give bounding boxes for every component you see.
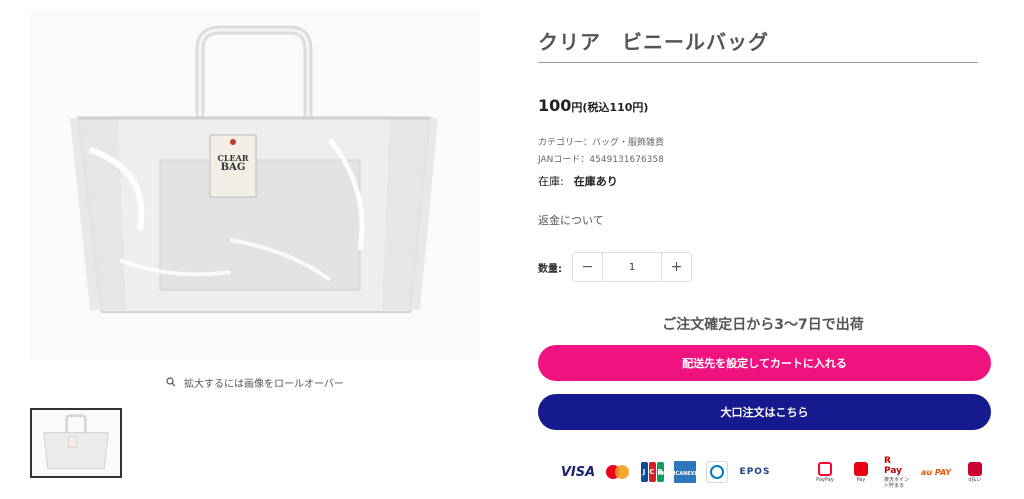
quantity-increase-button[interactable]: +: [661, 253, 691, 281]
zoom-hint-text: 拡大するには画像をロールオーバー: [184, 378, 344, 390]
amex-logo: AMERICAN EXPRESS: [658, 461, 712, 483]
search-icon: [166, 377, 176, 387]
stock-status: 在庫: 在庫あり: [538, 173, 618, 189]
price-value: 100: [538, 96, 572, 115]
quantity-decrease-button[interactable]: −: [573, 253, 603, 281]
category-text: カテゴリー：バッグ・服飾雑貨: [538, 138, 665, 148]
shipping-note: ご注文確定日から3〜7日で出荷: [662, 317, 864, 333]
product-price: 100 円(税込110円): [538, 96, 648, 115]
title-divider: [538, 62, 978, 63]
main-product-image[interactable]: CLEAR BAG: [30, 10, 480, 360]
rakuten-pay-logo: R Pay 楽天ポイント貯まる: [884, 456, 910, 489]
mastercard-logo: [606, 460, 630, 484]
stock-value: 在庫あり: [573, 175, 618, 188]
apple-pay-logo: Pay: [848, 460, 874, 484]
quantity-row: 数量: − +: [538, 252, 692, 282]
payment-methods: VISA J C B AMERICAN EXPRESS EPOS PayPay …: [560, 456, 988, 489]
zoom-hint: 拡大するには画像をロールオーバー: [166, 374, 344, 390]
d-barai-logo: d払い: [962, 460, 988, 484]
stock-label: 在庫:: [538, 175, 564, 188]
rpay-caption: 楽天ポイント貯まる: [884, 476, 910, 489]
quantity-input[interactable]: [603, 253, 661, 281]
diners-club-logo: [706, 461, 728, 483]
thumbnail-1[interactable]: [30, 408, 122, 478]
jcb-letter-j: J: [640, 462, 648, 482]
visa-logo: VISA: [560, 464, 596, 480]
dpay-caption: d払い: [968, 476, 982, 483]
paypay-logo: PayPay: [812, 460, 838, 484]
jcb-letter-c: C: [648, 462, 656, 482]
add-to-cart-button[interactable]: 配送先を設定してカートに入れる: [538, 345, 991, 381]
applepay-caption: Pay: [856, 476, 866, 483]
jan-code-text: JANコード：4549131676358: [538, 155, 664, 165]
amex-line-1: AMERICAN: [657, 470, 688, 477]
au-pay-logo: au PAY: [920, 467, 952, 477]
quantity-stepper: − +: [572, 252, 692, 282]
quantity-label: 数量:: [538, 263, 562, 275]
paypay-caption: PayPay: [816, 476, 834, 483]
epos-logo: EPOS: [739, 467, 771, 477]
bulk-order-button[interactable]: 大口注文はこちら: [538, 394, 991, 430]
thumbnail-image: [43, 414, 109, 469]
product-title: クリア ビニールバッグ: [538, 30, 769, 54]
product-info: クリア ビニールバッグ 100 円(税込110円) カテゴリー：バッグ・服飾雑貨…: [538, 0, 991, 499]
price-tax-text: 円(税込110円): [571, 101, 649, 114]
clear-vinyl-bag-photo: [70, 25, 438, 313]
refund-policy-link[interactable]: 返金について: [538, 212, 604, 228]
rpay-text: R Pay: [884, 455, 903, 476]
tag-text-bag: BAG: [220, 162, 246, 173]
